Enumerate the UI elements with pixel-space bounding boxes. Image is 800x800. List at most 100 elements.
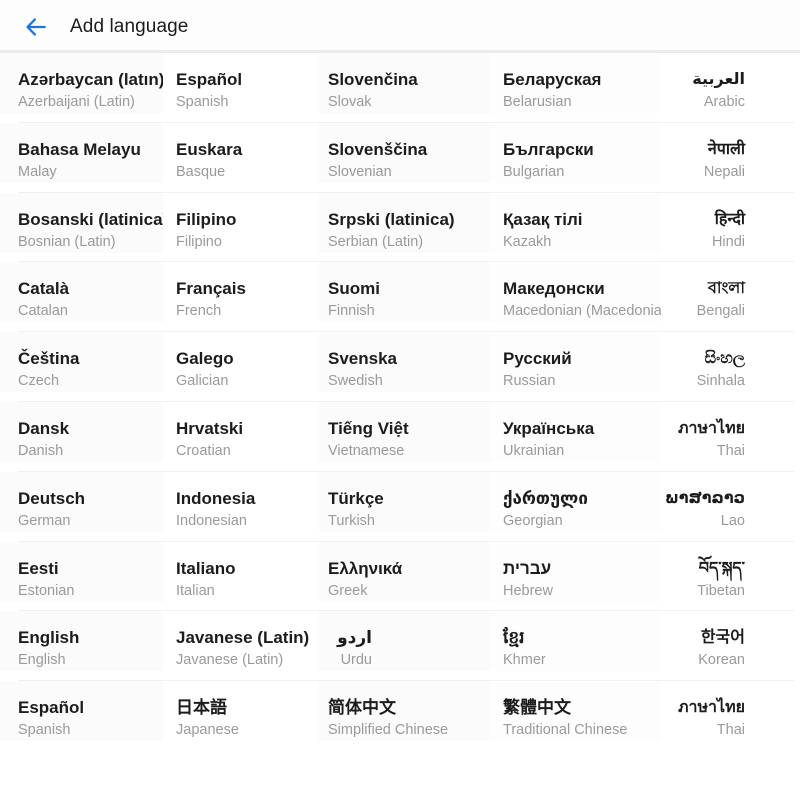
language-english-name: Swedish bbox=[328, 373, 383, 390]
language-english-name: Georgian bbox=[503, 512, 563, 529]
language-english-name: Traditional Chinese bbox=[503, 722, 628, 739]
language-option[interactable]: Hrvatski Croatian bbox=[163, 401, 319, 462]
language-option[interactable]: 日本語 Japanese bbox=[163, 681, 319, 742]
language-native-name: 简体中文 bbox=[328, 698, 396, 718]
page-title: Add language bbox=[70, 15, 189, 37]
language-native-name: ภาษาไทย bbox=[677, 699, 745, 717]
language-option[interactable]: ქართული Georgian bbox=[490, 471, 661, 532]
language-option[interactable]: Türkçe Turkish bbox=[319, 471, 490, 532]
language-option[interactable]: Español Spanish bbox=[163, 53, 319, 113]
language-option[interactable]: ພາສາລາວ Lao bbox=[661, 471, 800, 532]
language-option[interactable]: Italiano Italian bbox=[163, 541, 319, 602]
language-native-name: Русский bbox=[503, 349, 572, 369]
language-option[interactable]: English English bbox=[0, 611, 163, 672]
language-option[interactable]: Srpski (latinica) Serbian (Latin) bbox=[319, 192, 490, 253]
language-row: Azərbaycan (latın) Azerbaijani (Latin) Esp… bbox=[0, 53, 800, 123]
language-native-name: ພາສາລາວ bbox=[664, 489, 745, 507]
language-english-name: Japanese bbox=[176, 722, 239, 739]
language-native-name: Français bbox=[176, 279, 246, 299]
language-option[interactable]: العربية Arabic bbox=[661, 53, 800, 113]
language-option[interactable]: Indonesia Indonesian bbox=[163, 471, 319, 532]
language-english-name: Spanish bbox=[176, 94, 229, 110]
language-option[interactable]: Javanese (Latin) Javanese (Latin) bbox=[163, 611, 319, 672]
language-option[interactable]: 한국어 Korean bbox=[661, 611, 800, 672]
language-option[interactable]: Slovenščina Slovenian bbox=[319, 122, 490, 183]
language-option[interactable]: Français French bbox=[163, 262, 319, 323]
language-option[interactable]: සිංහල Sinhala bbox=[661, 332, 800, 393]
language-english-name: Khmer bbox=[503, 652, 546, 669]
language-english-name: Basque bbox=[176, 163, 226, 180]
language-english-name: Belarusian bbox=[503, 94, 572, 110]
language-option[interactable]: Español Spanish bbox=[0, 681, 163, 742]
language-row: Bosanski (latinica) Bosnian (Latin) Filipi… bbox=[0, 192, 800, 263]
language-option[interactable]: ภาษาไทย Thai bbox=[661, 401, 800, 462]
language-english-name: Bulgarian bbox=[503, 163, 565, 180]
language-option[interactable]: עברית Hebrew bbox=[490, 541, 661, 602]
language-option[interactable]: Čeština Czech bbox=[0, 332, 163, 393]
language-option[interactable]: Suomi Finnish bbox=[319, 262, 490, 323]
language-native-name: Indonesia bbox=[176, 488, 256, 508]
language-option[interactable]: नेपाली Nepali bbox=[661, 122, 800, 183]
language-native-name: Čeština bbox=[18, 349, 80, 369]
language-option[interactable]: Galego Galician bbox=[163, 332, 319, 393]
language-option[interactable]: Català Catalan bbox=[0, 262, 163, 323]
language-native-name: Türkçe bbox=[328, 488, 384, 508]
language-row: Čeština Czech Galego Galician Svenska Swedish… bbox=[0, 332, 800, 402]
language-option[interactable]: हिन्दी Hindi bbox=[661, 192, 800, 253]
language-row: English English Javanese (Latin) Javanese (… bbox=[0, 611, 800, 681]
arrow-left-icon bbox=[23, 14, 49, 40]
language-english-name: Croatian bbox=[176, 442, 231, 459]
language-native-name: 繁體中文 bbox=[503, 698, 571, 718]
language-option[interactable]: Қазақ тілі Kazakh bbox=[490, 192, 661, 253]
language-option[interactable]: 繁體中文 Traditional Chinese bbox=[490, 681, 661, 742]
language-option[interactable]: Български Bulgarian bbox=[490, 122, 661, 183]
language-native-name: Slovenčina bbox=[328, 70, 418, 89]
language-native-name: Bosanski (latinica) bbox=[18, 209, 163, 229]
language-row: Deutsch German Indonesia Indonesian Türkçe Tu… bbox=[0, 471, 800, 542]
language-option[interactable]: 简体中文 Simplified Chinese bbox=[319, 681, 490, 742]
language-english-name: Greek bbox=[328, 582, 368, 599]
language-option[interactable]: Ελληνικά Greek bbox=[319, 541, 490, 602]
language-native-name: العربية bbox=[692, 71, 745, 88]
language-english-name: Azerbaijani (Latin) bbox=[18, 94, 135, 110]
language-grid: Azərbaycan (latın) Azerbaijani (Latin) Esp… bbox=[0, 53, 800, 800]
language-english-name: Hebrew bbox=[503, 582, 553, 599]
language-native-name: Español bbox=[18, 698, 85, 718]
language-option[interactable]: বাংলা Bengali bbox=[661, 262, 800, 323]
language-native-name: Srpski (latinica) bbox=[328, 209, 455, 229]
language-english-name: Ukrainian bbox=[503, 442, 565, 459]
language-option[interactable]: ภาษาไทย Thai bbox=[661, 681, 800, 742]
language-english-name: Sinhala bbox=[696, 373, 745, 390]
language-option[interactable]: Dansk Danish bbox=[0, 401, 163, 462]
language-english-name: Spanish bbox=[18, 722, 71, 739]
language-option[interactable]: Беларуская Belarusian bbox=[490, 53, 661, 113]
language-option[interactable]: Filipino Filipino bbox=[163, 192, 319, 253]
language-option[interactable]: Bahasa Melayu Malay bbox=[0, 122, 163, 183]
language-english-name: Czech bbox=[18, 373, 60, 390]
language-native-name: Ελληνικά bbox=[328, 558, 403, 578]
language-native-name: বাংলা bbox=[708, 280, 745, 298]
back-button[interactable] bbox=[18, 9, 54, 45]
language-option[interactable]: Azərbaycan (latın) Azerbaijani (Latin) bbox=[0, 53, 163, 113]
language-option[interactable]: Bosanski (latinica) Bosnian (Latin) bbox=[0, 192, 163, 253]
language-english-name: Javanese (Latin) bbox=[176, 652, 284, 669]
language-english-name: Turkish bbox=[328, 512, 375, 529]
language-option[interactable]: བོད་སྐད་ Tibetan bbox=[661, 541, 800, 602]
language-option[interactable]: Русский Russian bbox=[490, 332, 661, 393]
language-option[interactable]: Svenska Swedish bbox=[319, 332, 490, 393]
language-native-name: Беларуская bbox=[503, 70, 602, 89]
language-english-name: Filipino bbox=[176, 233, 222, 250]
language-option[interactable]: اردو Urdu bbox=[319, 611, 490, 672]
language-native-name: བོད་སྐད་ bbox=[698, 559, 745, 577]
language-option[interactable]: ខ្មែរ Khmer bbox=[490, 611, 661, 672]
language-option[interactable]: Українська Ukrainian bbox=[490, 401, 661, 462]
language-option[interactable]: Deutsch German bbox=[0, 471, 163, 532]
language-option[interactable]: Македонски Macedonian (Macedonia) bbox=[490, 262, 661, 323]
language-option[interactable]: Tiếng Việt Vietnamese bbox=[319, 401, 490, 462]
language-row: Español Spanish 日本語 Japanese 简体中文 Simplified … bbox=[0, 681, 800, 751]
language-option[interactable]: Eesti Estonian bbox=[0, 541, 163, 602]
language-native-name: Bahasa Melayu bbox=[18, 139, 141, 159]
language-english-name: Malay bbox=[18, 163, 57, 180]
language-option[interactable]: Slovenčina Slovak bbox=[319, 53, 490, 113]
language-option[interactable]: Euskara Basque bbox=[163, 122, 319, 183]
